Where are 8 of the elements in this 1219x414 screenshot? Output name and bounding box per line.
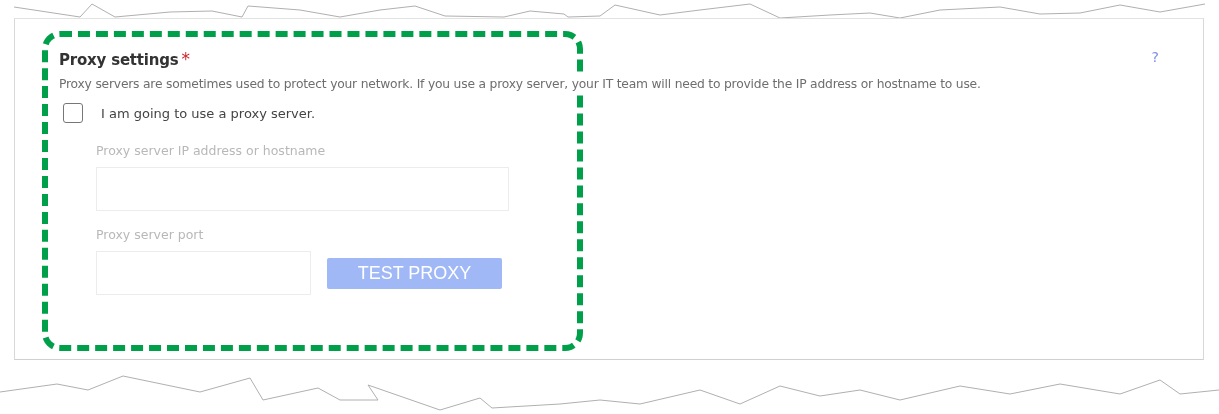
required-mark: * [181, 49, 190, 69]
field-label: Proxy server IP address or hostname [96, 143, 326, 158]
checkbox-label: I am going to use a proxy server. [101, 105, 316, 121]
field-label: Proxy server port [96, 227, 204, 242]
section-title: Proxy settings [59, 50, 179, 71]
checkbox[interactable] [63, 103, 83, 123]
section-description: Proxy servers are sometimes used to protect your network. If you use a proxy server, your IT team will need to provide the IP address or hostname to use. [59, 75, 981, 93]
help-link[interactable]: ? [1151, 49, 1159, 65]
